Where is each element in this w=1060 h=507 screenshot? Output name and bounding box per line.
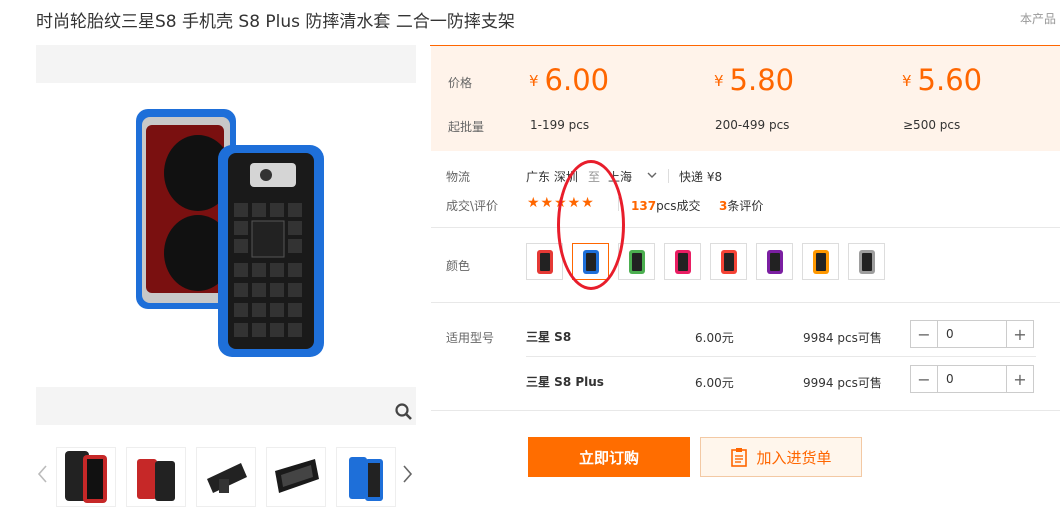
moq-tier-1: 1-199 pcs xyxy=(530,118,590,132)
zoom-icon[interactable] xyxy=(394,402,414,422)
increment-button[interactable]: + xyxy=(1007,366,1033,392)
phone-case-image xyxy=(136,109,324,357)
phone-thumbnail-icon xyxy=(536,249,553,274)
divider xyxy=(431,302,1060,303)
divider xyxy=(431,227,1060,228)
thumbnail-2[interactable] xyxy=(126,447,186,507)
reviews-label: 成交\评价 xyxy=(446,199,499,213)
quantity-stepper: − 0 + xyxy=(910,365,1034,393)
express-fee: 快递 ¥8 xyxy=(679,170,723,184)
chevron-down-icon[interactable] xyxy=(646,169,658,181)
phone-thumbnail-icon xyxy=(812,249,829,274)
review-count[interactable]: 3条评价 xyxy=(719,197,763,214)
color-swatch[interactable] xyxy=(710,243,747,280)
image-top-band xyxy=(36,45,416,83)
thumbnail-3[interactable] xyxy=(196,447,256,507)
color-label: 颜色 xyxy=(446,259,471,273)
thumbnail-4[interactable] xyxy=(266,447,326,507)
color-swatch[interactable] xyxy=(848,243,885,280)
divider xyxy=(431,410,1060,411)
image-bottom-band xyxy=(36,387,416,425)
price-label: 价格 xyxy=(448,76,473,90)
decrement-button[interactable]: − xyxy=(911,321,937,347)
thumbnail-strip xyxy=(56,447,396,507)
side-note: 本产品 xyxy=(1020,12,1057,26)
thumb-next-icon[interactable] xyxy=(402,462,414,486)
clipboard-icon xyxy=(731,448,748,467)
phone-thumbnail-icon xyxy=(674,249,691,274)
price-tier-3: ¥5.60 xyxy=(902,63,983,97)
logistics-label: 物流 xyxy=(446,170,471,184)
model-price-s8: 6.00元 xyxy=(695,331,734,345)
thumbnail-5[interactable] xyxy=(336,447,396,507)
thumb-prev-icon[interactable] xyxy=(36,462,48,486)
phone-thumbnail-icon xyxy=(628,249,645,274)
phone-thumbnail-icon xyxy=(766,249,783,274)
increment-button[interactable]: + xyxy=(1007,321,1033,347)
main-product-image[interactable] xyxy=(36,45,416,425)
price-tier-2: ¥5.80 xyxy=(714,63,795,97)
model-stock-s8-plus: 9994 pcs可售 xyxy=(803,376,882,390)
logistics-separator xyxy=(668,169,669,183)
model-stock-s8: 9984 pcs可售 xyxy=(803,331,882,345)
color-swatch[interactable] xyxy=(802,243,839,280)
phone-thumbnail-icon xyxy=(720,249,737,274)
model-name-s8-plus: 三星 S8 Plus xyxy=(526,375,604,389)
color-swatch[interactable] xyxy=(526,243,563,280)
color-swatch[interactable] xyxy=(756,243,793,280)
quantity-input[interactable]: 0 xyxy=(937,321,1007,347)
divider xyxy=(526,356,1036,357)
quantity-input[interactable]: 0 xyxy=(937,366,1007,392)
price-box xyxy=(431,46,1060,151)
color-swatch[interactable] xyxy=(618,243,655,280)
models-label: 适用型号 xyxy=(446,331,495,345)
thumbnail-1[interactable] xyxy=(56,447,116,507)
color-swatch[interactable] xyxy=(664,243,701,280)
model-name-s8: 三星 S8 xyxy=(526,330,572,344)
decrement-button[interactable]: − xyxy=(911,366,937,392)
moq-label: 起批量 xyxy=(448,120,485,134)
price-tier-1: ¥6.00 xyxy=(529,63,610,97)
product-title: 时尚轮胎纹三星S8 手机壳 S8 Plus 防摔清水套 二合一防摔支架 xyxy=(36,12,515,32)
phone-thumbnail-icon xyxy=(858,249,875,274)
annotation-circle xyxy=(557,160,625,290)
deals-count[interactable]: 137pcs成交 xyxy=(631,197,701,214)
add-to-cart-label: 加入进货单 xyxy=(756,448,832,467)
add-to-cart-button[interactable]: 加入进货单 xyxy=(700,437,862,477)
quantity-stepper: − 0 + xyxy=(910,320,1034,348)
buy-now-button[interactable]: 立即订购 xyxy=(528,437,690,477)
moq-tier-2: 200-499 pcs xyxy=(715,118,790,132)
moq-tier-3: ≥500 pcs xyxy=(903,118,961,132)
model-price-s8-plus: 6.00元 xyxy=(695,376,734,390)
